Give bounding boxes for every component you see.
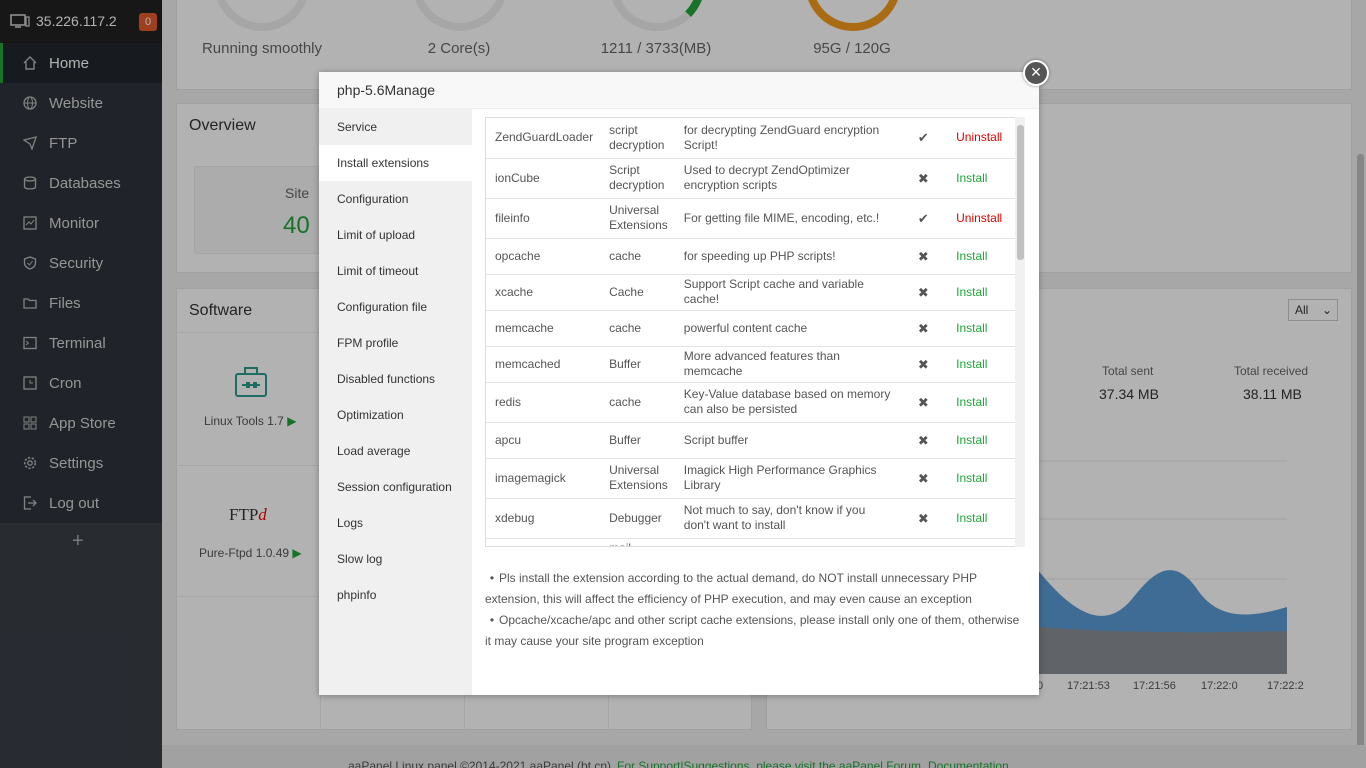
extension-type: cache <box>601 310 676 347</box>
scrollbar-thumb[interactable] <box>1017 125 1024 260</box>
modal-tab-fpm-profile[interactable]: FPM profile <box>319 325 472 361</box>
install-button[interactable]: Install <box>946 238 1016 275</box>
extensions-table: ZendGuardLoader script decryption for decr… <box>486 118 1016 546</box>
install-button[interactable] <box>946 538 1016 546</box>
modal-tab-limit-of-upload[interactable]: Limit of upload <box>319 217 472 253</box>
extension-description <box>675 538 901 546</box>
modal-tab-configuration-file[interactable]: Configuration file <box>319 289 472 325</box>
extension-type: Buffer <box>601 422 676 459</box>
modal-tab-service[interactable]: Service <box>319 109 472 145</box>
extension-description: for decrypting ZendGuard encryption Scri… <box>675 118 901 159</box>
uninstall-button[interactable]: Uninstall <box>946 118 1016 159</box>
extensions-table-wrapper: ZendGuardLoader script decryption for decr… <box>485 117 1025 547</box>
modal-title: php-5.6Manage <box>319 72 1039 109</box>
extension-type: cache <box>601 382 676 423</box>
install-button[interactable]: Install <box>946 458 1016 499</box>
extension-description: For getting file MIME, encoding, etc.! <box>675 198 901 239</box>
extensions-scrollbar[interactable] <box>1015 117 1025 547</box>
extension-name: apcu <box>486 422 602 459</box>
php-manage-modal: php-5.6Manage Service Install extensions C… <box>319 72 1039 695</box>
note-item: • Pls install the extension according to … <box>485 571 977 606</box>
cross-icon: ✖ <box>900 238 947 275</box>
extension-row: fileinfo Universal Extensions For getting … <box>486 198 1016 239</box>
check-icon: ✔ <box>900 198 947 239</box>
extension-row: xcache Cache Support Script cache and vari… <box>486 274 1016 311</box>
modal-tab-phpinfo[interactable]: phpinfo <box>319 577 472 613</box>
extension-name: fileinfo <box>486 198 602 239</box>
extension-name: xdebug <box>486 498 602 539</box>
extension-description: powerful content cache <box>675 310 901 347</box>
install-button[interactable]: Install <box>946 310 1016 347</box>
modal-nav: Service Install extensions Configuration Li… <box>319 109 472 695</box>
cross-icon: ✖ <box>900 458 947 499</box>
extension-type: Universal Extensions <box>601 198 676 239</box>
extension-row: memcached Buffer More advanced features th… <box>486 346 1016 383</box>
install-button[interactable]: Install <box>946 158 1016 199</box>
extension-description: Not much to say, don't know if you don't… <box>675 498 901 539</box>
cross-icon: ✖ <box>900 158 947 199</box>
extension-row: mail <box>486 538 1016 546</box>
extension-description: More advanced features than memcache <box>675 346 901 383</box>
status-icon <box>900 538 947 546</box>
note-item: • Opcache/xcache/apc and other script cac… <box>485 613 1020 648</box>
extension-row: xdebug Debugger Not much to say, don't kno… <box>486 498 1016 539</box>
extension-description: Key-Value database based on memory can a… <box>675 382 901 423</box>
extension-name: opcache <box>486 238 602 275</box>
extension-name <box>486 538 602 546</box>
cross-icon: ✖ <box>900 382 947 423</box>
install-button[interactable]: Install <box>946 274 1016 311</box>
extension-row: opcache cache for speeding up PHP scripts!… <box>486 238 1016 275</box>
extension-row: apcu Buffer Script buffer ✖ Install <box>486 422 1016 459</box>
extension-description: Imagick High Performance Graphics Librar… <box>675 458 901 499</box>
extension-name: memcache <box>486 310 602 347</box>
modal-tab-load-average[interactable]: Load average <box>319 433 472 469</box>
modal-tab-logs[interactable]: Logs <box>319 505 472 541</box>
modal-tab-disabled-functions[interactable]: Disabled functions <box>319 361 472 397</box>
extension-type: Cache <box>601 274 676 311</box>
extension-description: Used to decrypt ZendOptimizer encryption… <box>675 158 901 199</box>
extension-type: Script decryption <box>601 158 676 199</box>
cross-icon: ✖ <box>900 274 947 311</box>
install-button[interactable]: Install <box>946 346 1016 383</box>
modal-tab-configuration[interactable]: Configuration <box>319 181 472 217</box>
check-icon: ✔ <box>900 118 947 159</box>
modal-tab-install-extensions[interactable]: Install extensions <box>319 145 472 181</box>
close-icon[interactable]: × <box>1023 60 1049 86</box>
notes-list: • Pls install the extension according to … <box>485 568 1025 652</box>
extension-name: ZendGuardLoader <box>486 118 602 159</box>
extension-type: Universal Extensions <box>601 458 676 499</box>
extension-type: cache <box>601 238 676 275</box>
extension-type: mail <box>601 538 676 546</box>
extension-name: imagemagick <box>486 458 602 499</box>
modal-tab-optimization[interactable]: Optimization <box>319 397 472 433</box>
extension-type: Buffer <box>601 346 676 383</box>
extension-description: Script buffer <box>675 422 901 459</box>
extension-description: for speeding up PHP scripts! <box>675 238 901 275</box>
extension-name: xcache <box>486 274 602 311</box>
extension-type: Debugger <box>601 498 676 539</box>
extension-row: redis cache Key-Value database based on me… <box>486 382 1016 423</box>
extension-name: redis <box>486 382 602 423</box>
extension-row: ionCube Script decryption Used to decrypt … <box>486 158 1016 199</box>
extension-row: memcache cache powerful content cache ✖ Inst… <box>486 310 1016 347</box>
install-button[interactable]: Install <box>946 498 1016 539</box>
extension-name: ionCube <box>486 158 602 199</box>
cross-icon: ✖ <box>900 498 947 539</box>
extension-description: Support Script cache and variable cache! <box>675 274 901 311</box>
cross-icon: ✖ <box>900 346 947 383</box>
extension-row: ZendGuardLoader script decryption for decr… <box>486 118 1016 159</box>
cross-icon: ✖ <box>900 422 947 459</box>
modal-tab-slow-log[interactable]: Slow log <box>319 541 472 577</box>
install-button[interactable]: Install <box>946 382 1016 423</box>
modal-tab-limit-of-timeout[interactable]: Limit of timeout <box>319 253 472 289</box>
uninstall-button[interactable]: Uninstall <box>946 198 1016 239</box>
modal-tab-session-configuration[interactable]: Session configuration <box>319 469 472 505</box>
extension-name: memcached <box>486 346 602 383</box>
install-button[interactable]: Install <box>946 422 1016 459</box>
extension-type: script decryption <box>601 118 676 159</box>
extension-row: imagemagick Universal Extensions Imagick H… <box>486 458 1016 499</box>
cross-icon: ✖ <box>900 310 947 347</box>
